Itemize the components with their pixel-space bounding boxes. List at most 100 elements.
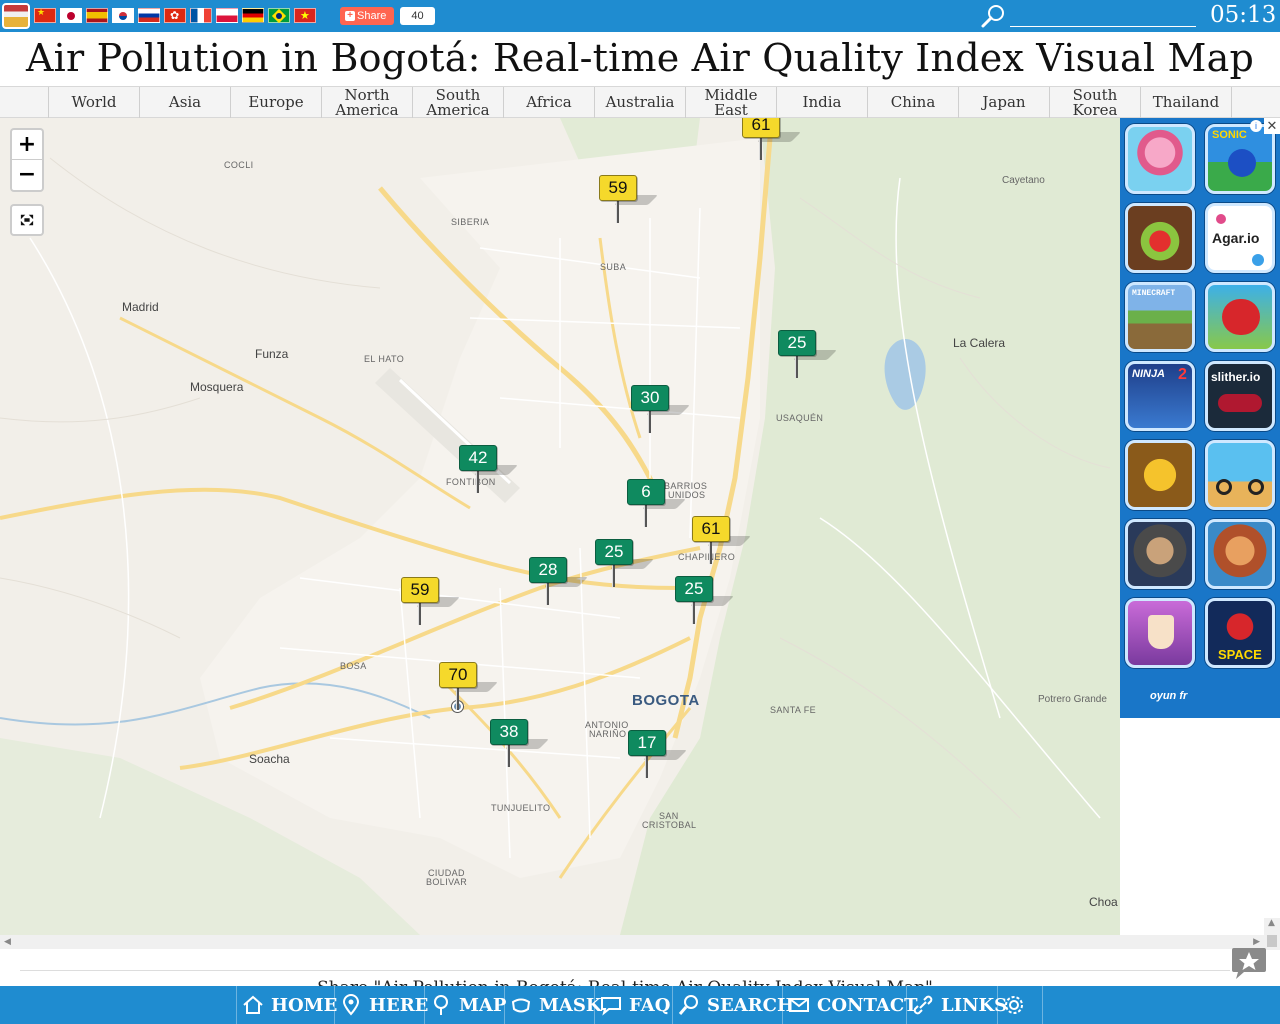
aqi-value: 6 xyxy=(627,479,665,505)
flag-south-korea-icon[interactable] xyxy=(112,8,134,23)
aqi-value: 38 xyxy=(490,719,528,745)
search-icon xyxy=(678,995,698,1015)
region-tab-australia[interactable]: Australia xyxy=(594,87,685,118)
aqi-station-marker[interactable]: 59 xyxy=(599,175,658,223)
scroll-thumb[interactable] xyxy=(1267,935,1277,947)
flag-hong-kong-icon[interactable]: ✿ xyxy=(164,8,186,23)
nav-label: SEARCH xyxy=(707,994,794,1016)
ad-game-papa-cupcakeria-icon[interactable] xyxy=(1125,124,1195,194)
ad-game-ninja-warrior-2-icon[interactable]: NINJA 2 xyxy=(1125,361,1195,431)
place-label-la-calera: La Calera xyxy=(953,336,1006,350)
fullscreen-icon[interactable] xyxy=(10,204,44,236)
scroll-left-arrow-icon[interactable]: ◀ xyxy=(4,937,11,947)
ad-info-icon[interactable]: i xyxy=(1250,120,1262,132)
region-tab-label: Australia xyxy=(605,93,675,111)
ad-game-moto-x3m-icon[interactable] xyxy=(1205,440,1275,510)
nav-settings-button[interactable] xyxy=(997,986,1043,1024)
aqi-station-marker[interactable]: 25 xyxy=(595,539,654,587)
flag-spain-icon[interactable] xyxy=(86,8,108,23)
flag-russia-icon[interactable] xyxy=(138,8,160,23)
aqi-station-marker[interactable]: 28 xyxy=(529,557,588,605)
ad-game-fruit-ninja-icon[interactable] xyxy=(1125,203,1195,273)
place-label-usaquen: USAQUÉN xyxy=(776,413,824,423)
region-tab-label: China xyxy=(890,93,936,111)
nav-faq-button[interactable]: FAQ xyxy=(594,986,672,1024)
game-ad-panel[interactable]: SONIC Agar.io MINECRAFT NINJA 2 slither.… xyxy=(1120,118,1280,718)
region-tab-japan[interactable]: Japan xyxy=(958,87,1049,118)
ad-game-viking-warrior-icon[interactable] xyxy=(1125,519,1195,589)
region-tab-south-america[interactable]: South America xyxy=(412,87,503,118)
zoom-out-button[interactable]: − xyxy=(12,160,42,190)
flag-poland-icon[interactable] xyxy=(216,8,238,23)
ad-game-sonic-icon[interactable]: SONIC xyxy=(1205,124,1275,194)
aqi-station-marker[interactable]: 25 xyxy=(675,576,734,624)
nav-contact-button[interactable]: CONTACT xyxy=(782,986,918,1024)
aqi-station-marker[interactable]: 6 xyxy=(627,479,686,527)
region-tab-thailand[interactable]: Thailand xyxy=(1140,87,1231,118)
share-title-text: Share "Air Pollution in Bogotá: Real-tim… xyxy=(20,970,1230,986)
search-icon[interactable] xyxy=(980,3,1008,29)
aqi-station-marker[interactable]: 17 xyxy=(628,730,687,778)
aqi-station-marker[interactable]: 61 xyxy=(742,118,801,160)
region-tab-india[interactable]: India xyxy=(776,87,867,118)
flag-france-icon[interactable] xyxy=(190,8,212,23)
nav-here-button[interactable]: HERE xyxy=(334,986,428,1024)
ad-game-caveman-adventure-2-icon[interactable] xyxy=(1205,519,1275,589)
nav-mask-button[interactable]: MASK xyxy=(504,986,602,1024)
aqi-station-marker[interactable]: 42 xyxy=(459,445,518,493)
aqi-station-marker[interactable]: 30 xyxy=(631,385,690,433)
aqi-station-marker[interactable]: 61 xyxy=(692,516,751,564)
nav-label: MASK xyxy=(539,994,602,1016)
flag-china-icon[interactable]: ★ xyxy=(34,8,56,23)
ad-game-minecraft-icon[interactable]: MINECRAFT xyxy=(1125,282,1195,352)
aqi-station-marker[interactable]: 38 xyxy=(490,719,549,767)
ad-ninja-2-label: 2 xyxy=(1178,366,1187,383)
region-tab-label: Asia xyxy=(168,93,202,111)
aqi-station-marker[interactable]: 59 xyxy=(401,577,460,625)
ad-brand-logo[interactable]: oyun fr xyxy=(1150,690,1187,702)
region-tab-world[interactable]: World xyxy=(48,87,139,118)
marker-post xyxy=(612,565,615,587)
region-tab-asia[interactable]: Asia xyxy=(139,87,230,118)
share-plus-icon: + xyxy=(345,11,355,21)
aqi-value: 59 xyxy=(401,577,439,603)
flag-japan-icon[interactable] xyxy=(60,8,82,23)
region-tab-europe[interactable]: Europe xyxy=(230,87,321,118)
favorite-star-icon[interactable] xyxy=(1230,944,1268,980)
region-tab-middle-east[interactable]: Middle East xyxy=(685,87,776,118)
flag-brazil-icon[interactable] xyxy=(268,8,290,24)
region-tab-africa[interactable]: Africa xyxy=(503,87,594,118)
region-tab-south-korea[interactable]: South Korea xyxy=(1049,87,1140,118)
ad-game-slither-io-icon[interactable]: slither.io xyxy=(1205,361,1275,431)
ad-game-papas-freezeria-icon[interactable] xyxy=(1125,598,1195,668)
marker-post xyxy=(507,745,510,767)
horizontal-scrollbar[interactable]: ◀ ▶ xyxy=(0,935,1264,949)
flag-vietnam-icon[interactable]: ★ xyxy=(294,8,316,23)
nav-map-button[interactable]: MAP xyxy=(424,986,506,1024)
share-button[interactable]: + Share xyxy=(340,7,394,25)
marker-post xyxy=(456,688,459,710)
site-logo[interactable] xyxy=(2,3,30,29)
search-input[interactable] xyxy=(1010,5,1196,27)
ad-close-icon[interactable]: ✕ xyxy=(1264,118,1280,134)
aqi-station-marker[interactable]: 25 xyxy=(778,330,837,378)
nav-search-button[interactable]: SEARCH xyxy=(672,986,794,1024)
ad-game-angry-birds-rio-icon[interactable] xyxy=(1205,282,1275,352)
ad-game-angry-birds-space-icon[interactable]: SPACE xyxy=(1205,598,1275,668)
region-tab-north-america[interactable]: North America xyxy=(321,87,412,118)
air-quality-map[interactable]: COCLI SIBERIA SUBA Cayetano Madrid Funza… xyxy=(0,118,1120,935)
flag-germany-icon[interactable] xyxy=(242,8,264,23)
region-tab-china[interactable]: China xyxy=(867,87,958,118)
place-label-el-hato: EL HATO xyxy=(364,354,405,364)
ad-ninja-label: NINJA xyxy=(1132,368,1166,380)
scroll-up-arrow-icon[interactable]: ▲ xyxy=(1268,918,1275,928)
ad-game-temple-run-2-icon[interactable] xyxy=(1125,440,1195,510)
zoom-control: + − xyxy=(10,128,44,192)
zoom-in-button[interactable]: + xyxy=(12,130,42,160)
nav-home-button[interactable]: HOME xyxy=(236,986,337,1024)
nav-links-button[interactable]: LINKS xyxy=(906,986,1007,1024)
ad-minecraft-label: MINECRAFT xyxy=(1132,289,1176,298)
ad-game-agar-io-icon[interactable]: Agar.io xyxy=(1205,203,1275,273)
aqi-station-marker[interactable]: 70 xyxy=(439,662,498,710)
map-pin-icon xyxy=(434,995,448,1015)
